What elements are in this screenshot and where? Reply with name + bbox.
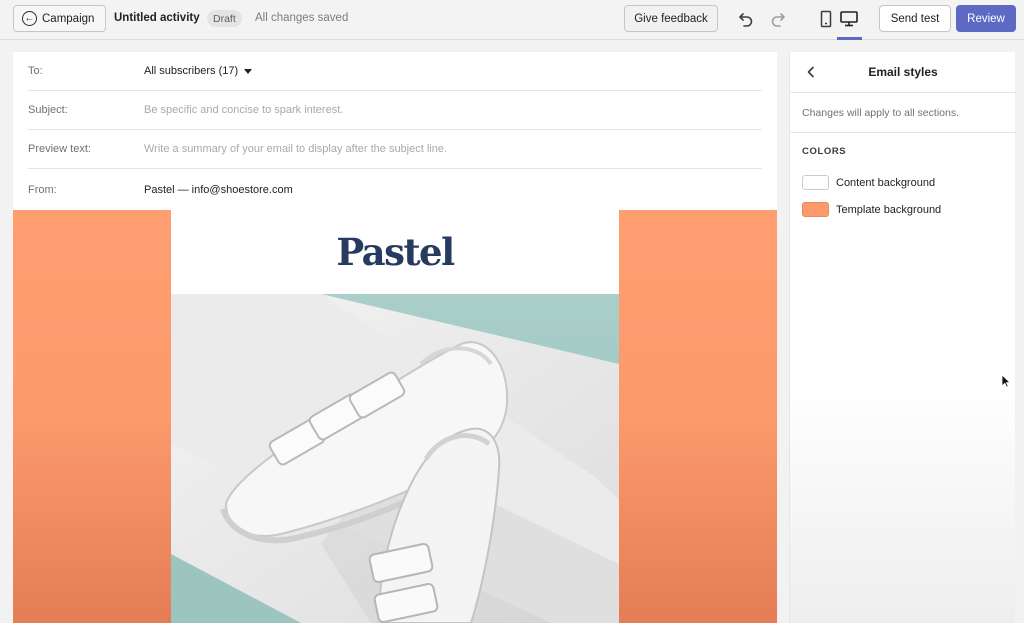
brand-logo[interactable]: Pastel <box>171 230 619 274</box>
redo-button[interactable] <box>767 8 789 30</box>
back-to-campaign-button[interactable]: ← Campaign <box>13 5 107 32</box>
give-feedback-button[interactable]: Give feedback <box>624 5 718 32</box>
undo-button[interactable] <box>735 8 757 30</box>
panel-title: Email styles <box>868 65 938 79</box>
recipients-value: All subscribers (17) <box>144 65 239 77</box>
content-background-color-row[interactable]: Content background <box>802 175 935 190</box>
from-label: From: <box>28 183 57 196</box>
colors-section-heading: COLORS <box>802 146 847 157</box>
activity-title: Untitled activity <box>114 12 200 24</box>
template-background-swatch[interactable] <box>802 202 829 217</box>
mobile-icon <box>820 10 832 28</box>
caret-down-icon <box>244 68 253 74</box>
email-header-fields: To: All subscribers (17) Subject: Be spe… <box>13 52 777 210</box>
chevron-left-icon <box>807 66 814 78</box>
preview-text-input[interactable]: Write a summary of your email to display… <box>144 143 447 155</box>
email-editor: To: All subscribers (17) Subject: Be spe… <box>13 52 777 623</box>
status-badge: Draft <box>207 10 242 27</box>
mobile-view-button[interactable] <box>815 8 837 30</box>
active-view-indicator <box>837 37 862 40</box>
recipients-dropdown[interactable]: All subscribers (17) <box>144 65 253 77</box>
save-status: All changes saved <box>255 12 349 24</box>
template-background-label: Template background <box>836 203 942 216</box>
panel-back-button[interactable] <box>804 65 818 79</box>
hero-image[interactable] <box>171 294 619 623</box>
back-button-label: Campaign <box>42 12 95 25</box>
sneakers-image-icon <box>171 294 619 623</box>
mouse-cursor-icon <box>1001 374 1011 388</box>
preview-text-label: Preview text: <box>28 143 91 155</box>
desktop-view-button[interactable] <box>838 8 860 30</box>
review-button[interactable]: Review <box>956 5 1016 32</box>
template-background-color-row[interactable]: Template background <box>802 202 941 217</box>
email-content-block[interactable]: Pastel <box>171 210 619 623</box>
send-test-button[interactable]: Send test <box>879 5 951 32</box>
subject-label: Subject: <box>28 104 68 116</box>
content-background-swatch[interactable] <box>802 175 829 190</box>
panel-note: Changes will apply to all sections. <box>790 93 1016 133</box>
content-background-label: Content background <box>836 176 936 189</box>
subject-input[interactable]: Be specific and concise to spark interes… <box>144 104 343 116</box>
undo-icon <box>739 13 753 27</box>
panel-header: Email styles <box>790 52 1016 93</box>
desktop-icon <box>840 11 858 27</box>
to-label: To: <box>28 65 43 77</box>
from-field-row[interactable]: From: Pastel — info@shoestore.com <box>28 170 762 209</box>
from-value[interactable]: Pastel — info@shoestore.com <box>144 184 293 196</box>
email-styles-panel: Email styles Changes will apply to all s… <box>789 52 1016 623</box>
preview-text-field-row[interactable]: Preview text: Write a summary of your em… <box>28 130 762 169</box>
arrow-left-circle-icon: ← <box>22 11 37 26</box>
to-field-row: To: All subscribers (17) <box>28 52 762 91</box>
top-bar: ← Campaign Untitled activity Draft All c… <box>0 0 1024 40</box>
email-template-background[interactable]: Pastel <box>13 210 777 623</box>
subject-field-row[interactable]: Subject: Be specific and concise to spar… <box>28 91 762 130</box>
redo-icon <box>771 13 785 27</box>
